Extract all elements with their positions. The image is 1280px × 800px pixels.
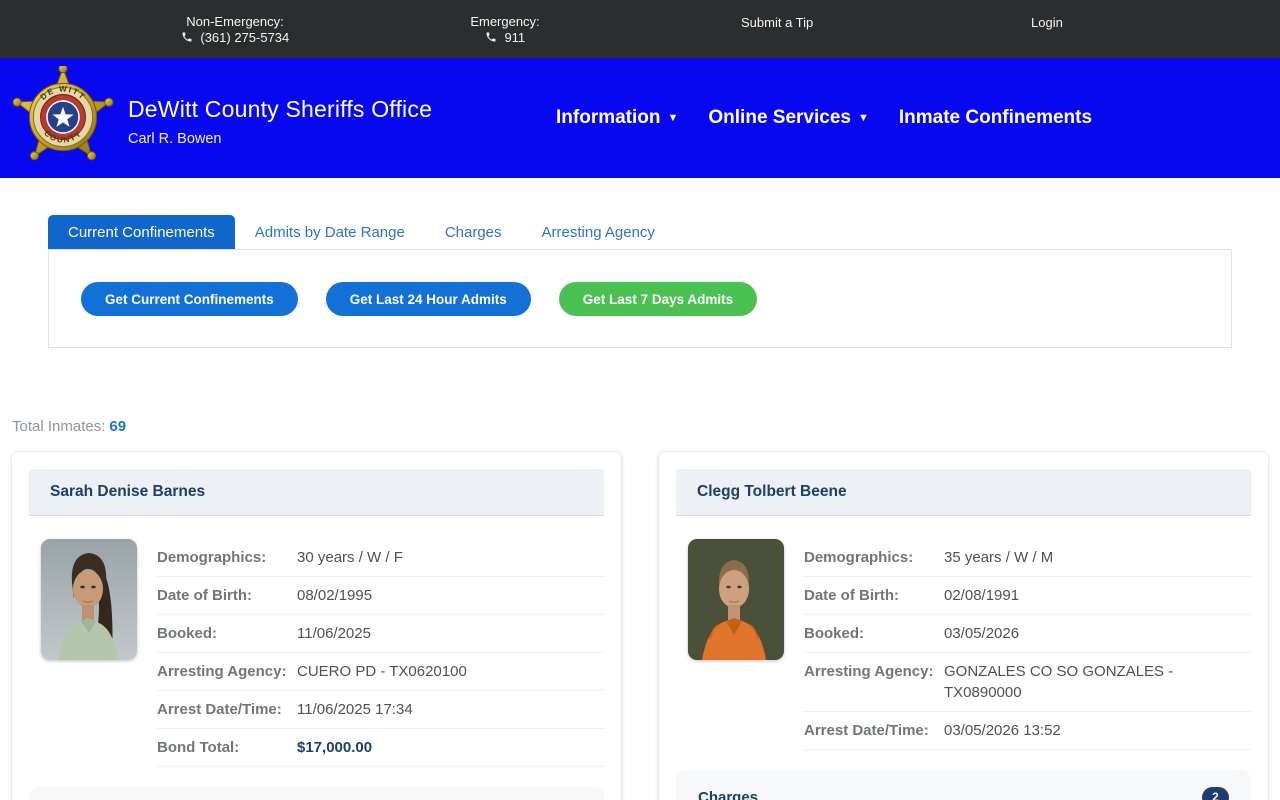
- sheriff-star-logo: DE WITT COUNTY: [12, 63, 114, 170]
- total-inmates-summary: Total Inmates: 69: [12, 418, 1280, 435]
- phone-icon: [485, 31, 497, 43]
- inmate-name: Clegg Tolbert Beene: [676, 469, 1251, 516]
- emergency-phone: 911: [504, 30, 526, 45]
- login-link[interactable]: Login: [1031, 15, 1063, 31]
- get-last-7-days-admits-button[interactable]: Get Last 7 Days Admits: [558, 282, 758, 316]
- mugshot-photo: [688, 539, 784, 660]
- nav-inmate-confinements[interactable]: Inmate Confinements: [899, 107, 1092, 129]
- total-inmates-label: Total Inmates:: [12, 418, 106, 435]
- detail-row: Arrest Date/Time: 11/06/2025 17:34: [157, 691, 604, 729]
- emergency-contact[interactable]: Emergency: 911: [445, 14, 565, 46]
- get-current-confinements-button[interactable]: Get Current Confinements: [81, 282, 298, 316]
- non-emergency-label: Non-Emergency:: [186, 14, 284, 29]
- get-last-24-hour-admits-button[interactable]: Get Last 24 Hour Admits: [325, 282, 531, 316]
- confinements-tab-section: Current Confinements Admits by Date Rang…: [48, 215, 1232, 348]
- charges-count-badge: 2: [1202, 786, 1229, 800]
- detail-row: Booked: 03/05/2026: [804, 615, 1251, 653]
- charges-section-header[interactable]: Charges 1: [29, 787, 604, 800]
- tab-charges[interactable]: Charges: [425, 215, 522, 249]
- non-emergency-contact[interactable]: Non-Emergency: (361) 275-5734: [155, 14, 315, 46]
- main-nav: Information ▼ Online Services ▼ Inmate Con…: [556, 58, 1092, 178]
- inmate-cards-row: Sarah Denise Barnes Demographics: 30 yea…: [12, 452, 1268, 800]
- detail-row: Demographics: 35 years / W / M: [804, 539, 1251, 577]
- caret-down-icon: ▼: [667, 112, 679, 124]
- total-inmates-count: 69: [109, 418, 127, 435]
- nav-information[interactable]: Information ▼: [556, 107, 678, 129]
- non-emergency-phone: (361) 275-5734: [200, 30, 290, 45]
- detail-row: Booked: 11/06/2025: [157, 615, 604, 653]
- detail-row: Date of Birth: 02/08/1991: [804, 577, 1251, 615]
- submit-a-tip-link[interactable]: Submit a Tip: [741, 15, 813, 31]
- inmate-details: Demographics: 30 years / W / F Date of Bi…: [157, 539, 604, 767]
- tab-bar: Current Confinements Admits by Date Rang…: [48, 215, 1232, 250]
- inmate-card: Clegg Tolbert Beene Demographics: 35 yea…: [659, 452, 1268, 800]
- tab-panel: Get Current Confinements Get Last 24 Hou…: [48, 250, 1232, 348]
- inmate-details: Demographics: 35 years / W / M Date of Bi…: [804, 539, 1251, 750]
- detail-row: Date of Birth: 08/02/1995: [157, 577, 604, 615]
- charges-section-header[interactable]: Charges 2: [676, 770, 1251, 800]
- site-title: DeWitt County Sheriffs Office: [128, 96, 433, 122]
- emergency-label: Emergency:: [470, 14, 540, 29]
- inmate-name: Sarah Denise Barnes: [29, 469, 604, 516]
- detail-row: Arrest Date/Time: 03/05/2026 13:52: [804, 712, 1251, 750]
- tab-arresting-agency[interactable]: Arresting Agency: [522, 215, 675, 249]
- detail-row: Arresting Agency: GONZALES CO SO GONZALES…: [804, 653, 1251, 712]
- inmate-card: Sarah Denise Barnes Demographics: 30 yea…: [12, 452, 621, 800]
- sheriff-name: Carl R. Bowen: [128, 131, 222, 147]
- nav-online-services[interactable]: Online Services ▼: [708, 107, 868, 129]
- top-utility-bar: Non-Emergency: (361) 275-5734 Emergency:…: [0, 0, 1280, 58]
- detail-row: Arresting Agency: CUERO PD - TX0620100: [157, 653, 604, 691]
- caret-down-icon: ▼: [857, 112, 869, 124]
- tab-current-confinements[interactable]: Current Confinements: [48, 215, 235, 249]
- detail-row: Demographics: 30 years / W / F: [157, 539, 604, 577]
- phone-icon: [181, 31, 193, 43]
- bond-total-row: Bond Total: $17,000.00: [157, 729, 604, 767]
- site-header: DE WITT COUNTY DeWitt County Sheriffs Of…: [0, 58, 1280, 178]
- tab-admits-by-date-range[interactable]: Admits by Date Range: [235, 215, 425, 249]
- mugshot-photo: [41, 539, 137, 660]
- charges-label: Charges: [698, 788, 759, 800]
